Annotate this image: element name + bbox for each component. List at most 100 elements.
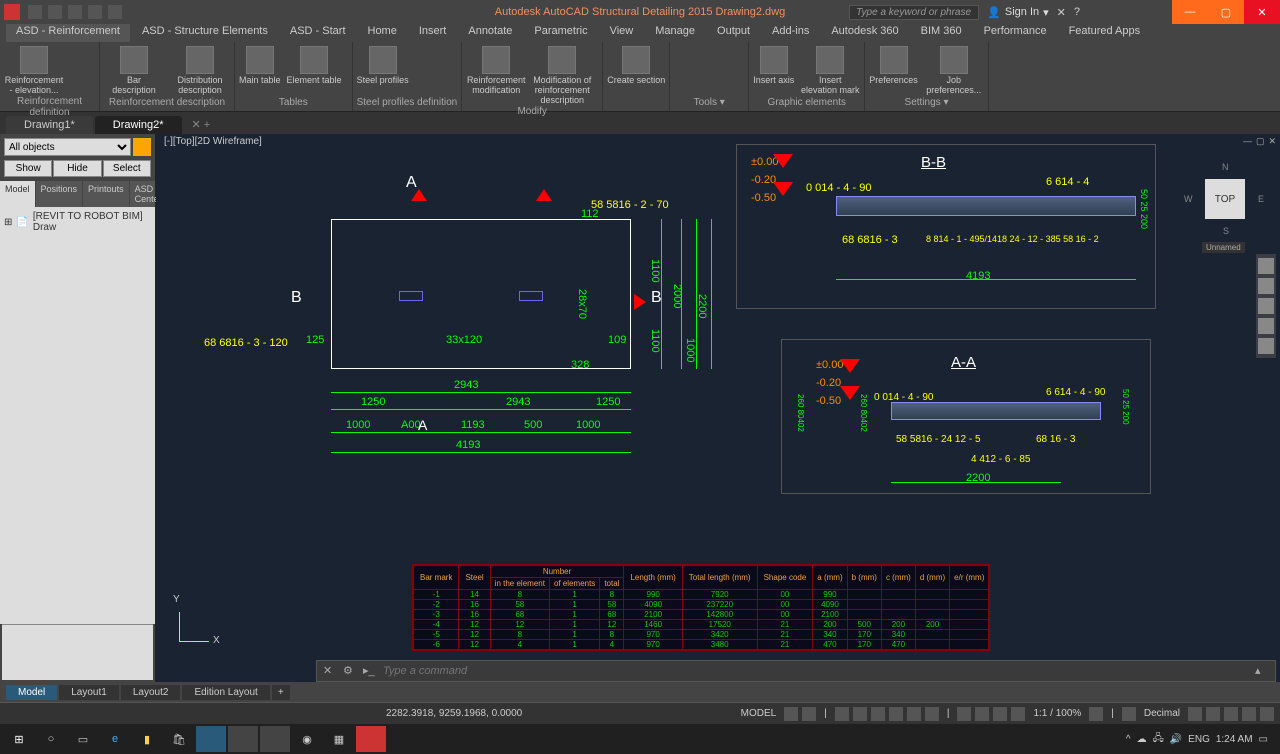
tab-featured[interactable]: Featured Apps xyxy=(1059,24,1151,42)
nav-showmotion-icon[interactable] xyxy=(1258,338,1274,354)
taskview-icon[interactable]: ▭ xyxy=(68,726,98,752)
nav-wheel-icon[interactable] xyxy=(1258,258,1274,274)
minimize-button[interactable]: — xyxy=(1172,0,1208,24)
preferences-button[interactable]: Preferences xyxy=(869,46,918,85)
tree-node[interactable]: ⊞📄[REVIT TO ROBOT BIM] Draw xyxy=(4,211,151,233)
tray-vol-icon[interactable]: 🔊 xyxy=(1170,734,1182,745)
edge-icon[interactable]: e xyxy=(100,726,130,752)
grid-icon[interactable] xyxy=(784,707,798,721)
close-button[interactable]: ✕ xyxy=(1244,0,1280,24)
tab-addins[interactable]: Add-ins xyxy=(762,24,819,42)
viewcube-face[interactable]: TOP xyxy=(1205,179,1245,219)
tab-view[interactable]: View xyxy=(600,24,644,42)
vp-min-icon[interactable]: — xyxy=(1243,136,1252,147)
tray-cloud-icon[interactable]: ☁ xyxy=(1137,734,1147,745)
units-readout[interactable]: Decimal xyxy=(1144,708,1180,719)
tab-parametric[interactable]: Parametric xyxy=(524,24,597,42)
cmdline-close-icon[interactable]: ✕ xyxy=(323,664,337,678)
drawing-tab-2[interactable]: Drawing2* xyxy=(95,116,182,134)
tray-time[interactable]: 1:24 AM xyxy=(1216,734,1253,745)
sc-icon[interactable] xyxy=(957,707,971,721)
side-tab-positions[interactable]: Positions xyxy=(36,181,84,207)
create-section-button[interactable]: Create section xyxy=(607,46,665,85)
tab-performance[interactable]: Performance xyxy=(974,24,1057,42)
tray-notif-icon[interactable]: ▭ xyxy=(1259,734,1268,745)
vp-close-icon[interactable]: ✕ xyxy=(1268,136,1276,147)
osnap-icon[interactable] xyxy=(871,707,885,721)
reinf-desc-modification-button[interactable]: Modification of reinforcement descriptio… xyxy=(532,46,592,105)
model-tree[interactable]: ⊞📄[REVIT TO ROBOT BIM] Draw xyxy=(0,207,155,624)
viewcube-label[interactable]: Unnamed xyxy=(1202,242,1245,253)
viewcube-east[interactable]: E xyxy=(1258,194,1264,204)
tray-net-icon[interactable]: 🖧 xyxy=(1153,731,1164,748)
insert-axis-button[interactable]: Insert axis xyxy=(753,46,794,85)
steel-profiles-button[interactable]: Steel profiles xyxy=(357,46,409,85)
tab-bim360[interactable]: BIM 360 xyxy=(911,24,972,42)
viewcube-north[interactable]: N xyxy=(1222,162,1229,172)
tray-lang[interactable]: ENG xyxy=(1188,734,1210,745)
side-tab-printouts[interactable]: Printouts xyxy=(83,181,130,207)
tab-asd-reinforcement[interactable]: ASD - Reinforcement xyxy=(6,24,130,42)
drawing-tab-1[interactable]: Drawing1* xyxy=(6,116,93,134)
ortho-icon[interactable] xyxy=(835,707,849,721)
job-preferences-button[interactable]: Job preferences... xyxy=(924,46,984,95)
qp-icon[interactable] xyxy=(1188,707,1202,721)
gear-icon[interactable] xyxy=(1089,707,1103,721)
panel-label[interactable]: Tools ▾ xyxy=(674,96,744,109)
cmdline-history-icon[interactable]: ▴ xyxy=(1255,664,1269,678)
help-icon[interactable]: ? xyxy=(1074,6,1080,18)
nav-zoom-icon[interactable] xyxy=(1258,298,1274,314)
sc-icon[interactable] xyxy=(993,707,1007,721)
model-tab[interactable]: Model xyxy=(6,685,57,700)
tab-home[interactable]: Home xyxy=(358,24,407,42)
bar-description-button[interactable]: Bar description xyxy=(104,46,164,95)
cortana-icon[interactable]: ○ xyxy=(36,726,66,752)
lineweight-icon[interactable] xyxy=(907,707,921,721)
hw-icon[interactable] xyxy=(1242,707,1256,721)
iso-icon[interactable] xyxy=(1224,707,1238,721)
annotation-scale[interactable]: 1:1 / 100% xyxy=(1033,708,1081,719)
main-table-button[interactable]: Main table xyxy=(239,46,281,85)
sc-icon[interactable] xyxy=(1011,707,1025,721)
tray-up-icon[interactable]: ^ xyxy=(1126,734,1131,745)
distribution-description-button[interactable]: Distribution description xyxy=(170,46,230,95)
new-drawing-tab[interactable]: ✕ + xyxy=(184,115,219,134)
viewport-label[interactable]: [-][Top][2D Wireframe] xyxy=(164,136,262,147)
side-tab-model[interactable]: Model xyxy=(0,181,36,207)
exchange-icon[interactable]: ✕ xyxy=(1057,6,1066,19)
tab-asd-start[interactable]: ASD - Start xyxy=(280,24,356,42)
element-table-button[interactable]: Element table xyxy=(287,46,342,85)
insert-elevation-button[interactable]: Insert elevation mark xyxy=(800,46,860,95)
viewcube-west[interactable]: W xyxy=(1184,194,1193,204)
qat-undo-icon[interactable] xyxy=(88,5,102,19)
tab-annotate[interactable]: Annotate xyxy=(458,24,522,42)
nav-pan-icon[interactable] xyxy=(1258,278,1274,294)
model-space-toggle[interactable]: MODEL xyxy=(741,708,777,719)
add-layout-button[interactable]: + xyxy=(272,685,290,700)
qat-open-icon[interactable] xyxy=(48,5,62,19)
object-filter-select[interactable]: All objects xyxy=(4,138,131,156)
otrack-icon[interactable] xyxy=(889,707,903,721)
reinf-modification-button[interactable]: Reinforcement modification xyxy=(466,46,526,95)
start-button[interactable]: ⊞ xyxy=(4,726,34,752)
explorer-icon[interactable]: ▮ xyxy=(132,726,162,752)
custom-icon[interactable] xyxy=(1260,707,1274,721)
qat-save-icon[interactable] xyxy=(68,5,82,19)
viewcube[interactable]: N S E W TOP Unnamed xyxy=(1190,164,1260,234)
command-input[interactable] xyxy=(383,665,1249,677)
side-command-area[interactable] xyxy=(2,624,153,680)
expand-icon[interactable]: ⊞ xyxy=(4,217,12,228)
transparency-icon[interactable] xyxy=(925,707,939,721)
polar-icon[interactable] xyxy=(853,707,867,721)
app-icon[interactable]: ▦ xyxy=(324,726,354,752)
select-button[interactable]: Select xyxy=(103,160,151,177)
show-button[interactable]: Show xyxy=(4,160,52,177)
snap-icon[interactable] xyxy=(802,707,816,721)
help-search[interactable]: Type a keyword or phrase xyxy=(849,5,979,20)
drawing-canvas[interactable]: [-][Top][2D Wireframe] A B B 58 5816 - 2… xyxy=(156,134,1280,682)
tab-a360[interactable]: Autodesk 360 xyxy=(821,24,908,42)
nav-orbit-icon[interactable] xyxy=(1258,318,1274,334)
reinforcement-elevation-button[interactable]: Reinforcement - elevation... xyxy=(4,46,64,95)
clean-icon[interactable] xyxy=(1206,707,1220,721)
layout1-tab[interactable]: Layout1 xyxy=(59,685,119,700)
